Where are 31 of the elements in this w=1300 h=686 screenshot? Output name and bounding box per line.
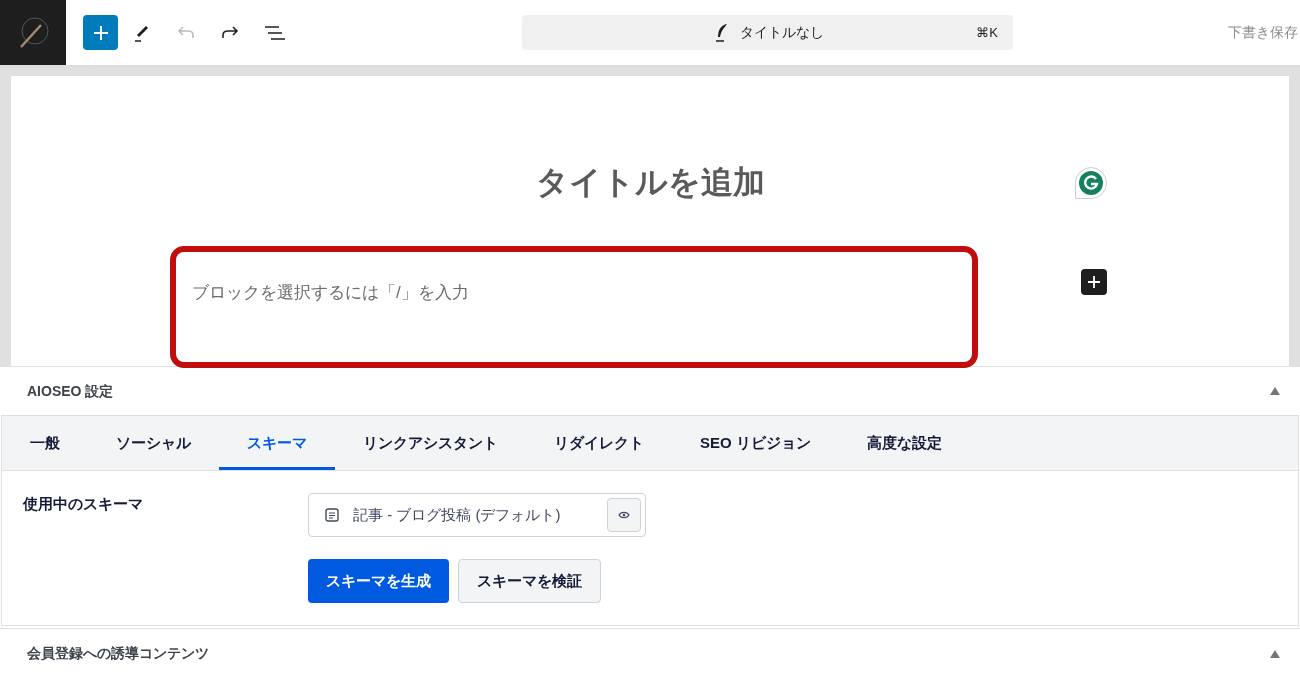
save-draft-button[interactable]: 下書き保存 xyxy=(1228,22,1298,43)
grammar-check-icon[interactable] xyxy=(1075,167,1107,199)
eye-icon xyxy=(618,511,630,519)
tab[interactable]: リダイレクト xyxy=(526,416,672,470)
validate-button[interactable]: スキーマを検証 xyxy=(458,559,601,603)
command-bar[interactable]: タイトルなし ⌘K xyxy=(522,15,1013,50)
tab[interactable]: SEO リビジョン xyxy=(672,416,839,470)
plus-icon xyxy=(1087,275,1101,289)
list-view-icon[interactable] xyxy=(264,24,286,41)
tab[interactable]: 高度な設定 xyxy=(838,416,970,470)
plus-icon xyxy=(91,23,110,42)
redo-icon[interactable] xyxy=(220,24,240,41)
collapse-icon[interactable] xyxy=(1270,649,1280,658)
tab[interactable]: 一般 xyxy=(2,416,88,470)
generate-button[interactable]: スキーマを生成 xyxy=(308,559,449,603)
field-label: 使用中のスキーマ xyxy=(23,494,144,514)
block-placeholder[interactable]: ブロックを選択するには「/」を入力 xyxy=(192,280,469,306)
add-block-button[interactable] xyxy=(1081,269,1107,295)
document-icon xyxy=(325,508,339,522)
panel-title[interactable]: 会員登録への誘導コンテンツ xyxy=(27,643,209,664)
feather-icon xyxy=(714,22,730,43)
schema-name: 記事 - ブログ投稿 (デフォルト) xyxy=(353,504,561,525)
panel-title[interactable]: AIOSEO 設定 xyxy=(27,380,114,402)
collapse-icon[interactable] xyxy=(1270,387,1280,395)
tab[interactable]: スキーマ xyxy=(219,416,335,470)
shortcut-label: ⌘K xyxy=(976,23,998,42)
document-title: タイトルなし xyxy=(740,23,824,42)
tab[interactable]: リンクアシスタント xyxy=(335,416,526,470)
preview-button[interactable] xyxy=(607,498,641,532)
title-field[interactable]: タイトルを追加 xyxy=(535,158,765,206)
tab[interactable]: ソーシャル xyxy=(88,416,219,470)
